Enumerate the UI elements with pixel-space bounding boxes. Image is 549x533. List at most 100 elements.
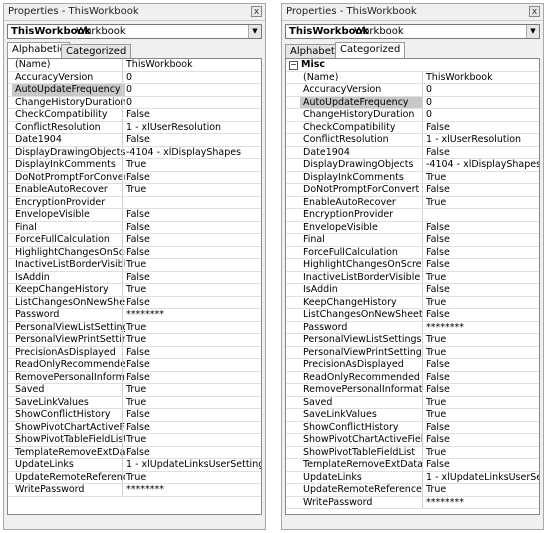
property-value[interactable]: ******** xyxy=(422,321,539,333)
property-name[interactable]: Date1904 xyxy=(300,147,422,159)
property-name[interactable]: ShowPivotChartActiveFields xyxy=(300,434,422,446)
property-value[interactable]: False xyxy=(422,221,539,233)
property-value[interactable]: ThisWorkbook xyxy=(122,59,261,71)
property-row[interactable]: ForceFullCalculation False xyxy=(8,234,261,247)
property-value[interactable]: True xyxy=(122,396,261,408)
property-value[interactable]: True xyxy=(422,296,539,308)
property-row[interactable]: PersonalViewListSettings True xyxy=(286,334,539,347)
tab-categorized[interactable]: Categorized xyxy=(61,44,132,58)
property-name[interactable]: UpdateRemoteReferences xyxy=(12,472,125,484)
property-name[interactable]: ShowPivotTableFieldList xyxy=(12,434,125,446)
property-row[interactable]: DisplayDrawingObjects -4104 - xlDisplaySh… xyxy=(8,146,261,159)
property-name[interactable]: Password xyxy=(12,309,125,321)
property-row[interactable]: TemplateRemoveExtData False xyxy=(286,459,539,472)
property-value[interactable]: True xyxy=(122,321,261,333)
property-name[interactable]: Date1904 xyxy=(12,134,125,146)
property-value[interactable] xyxy=(122,196,261,208)
property-row[interactable]: SaveLinkValues True xyxy=(8,396,261,409)
property-value[interactable]: True xyxy=(422,409,539,421)
close-button[interactable]: x xyxy=(529,6,540,17)
property-name[interactable]: DisplayDrawingObjects xyxy=(12,147,125,159)
property-name[interactable]: HighlightChangesOnScreen xyxy=(12,247,125,259)
property-value[interactable]: False xyxy=(122,271,261,283)
property-value[interactable]: False xyxy=(122,209,261,221)
property-row[interactable]: IsAddin False xyxy=(8,271,261,284)
property-row[interactable]: PrecisionAsDisplayed False xyxy=(8,346,261,359)
property-value[interactable]: 0 xyxy=(422,96,539,108)
property-value[interactable]: False xyxy=(122,221,261,233)
property-row[interactable]: EnableAutoRecover True xyxy=(8,184,261,197)
property-name[interactable]: ShowPivotChartActiveFields xyxy=(12,422,125,434)
property-row[interactable]: CheckCompatibility False xyxy=(286,121,539,134)
property-value[interactable]: False xyxy=(422,309,539,321)
property-name[interactable]: DisplayDrawingObjects xyxy=(300,159,422,171)
property-row[interactable]: Saved True xyxy=(8,384,261,397)
property-value[interactable]: 0 xyxy=(122,84,261,96)
property-row[interactable]: EnvelopeVisible False xyxy=(286,221,539,234)
property-value[interactable]: ThisWorkbook xyxy=(422,71,539,83)
property-row[interactable]: Final False xyxy=(8,221,261,234)
property-row[interactable]: Saved True xyxy=(286,396,539,409)
property-row[interactable]: IsAddin False xyxy=(286,284,539,297)
property-name[interactable]: ShowConflictHistory xyxy=(300,422,422,434)
property-value[interactable]: False xyxy=(422,421,539,433)
property-value[interactable]: False xyxy=(122,409,261,421)
property-value[interactable]: True xyxy=(422,271,539,283)
property-name[interactable]: Saved xyxy=(300,397,422,409)
property-value[interactable] xyxy=(422,209,539,221)
property-name[interactable]: ChangeHistoryDuration xyxy=(300,109,422,121)
property-name[interactable]: KeepChangeHistory xyxy=(12,284,125,296)
property-row[interactable]: UpdateRemoteReferencesTrue xyxy=(8,471,261,484)
property-name[interactable]: DisplayInkComments xyxy=(300,172,422,184)
property-value[interactable]: True xyxy=(122,184,261,196)
property-value[interactable]: True xyxy=(422,446,539,458)
property-row[interactable]: HighlightChangesOnScreenFalse xyxy=(8,246,261,259)
collapse-icon[interactable]: − xyxy=(289,61,298,70)
property-row[interactable]: InactiveListBorderVisible True xyxy=(8,259,261,272)
property-value[interactable]: 0 xyxy=(422,84,539,96)
property-value[interactable]: ******** xyxy=(422,496,539,508)
property-row[interactable]: DisplayInkComments True xyxy=(8,159,261,172)
property-value[interactable]: False xyxy=(122,246,261,258)
property-row[interactable]: PrecisionAsDisplayed False xyxy=(286,359,539,372)
property-row[interactable]: ShowConflictHistory False xyxy=(286,421,539,434)
property-row[interactable]: ReadOnlyRecommended False xyxy=(8,359,261,372)
property-value[interactable]: False xyxy=(422,234,539,246)
property-name[interactable]: WritePassword xyxy=(12,484,125,496)
property-row[interactable]: AccuracyVersion 0 xyxy=(286,84,539,97)
property-value[interactable]: False xyxy=(122,359,261,371)
property-name[interactable]: Password xyxy=(300,322,422,334)
close-button[interactable]: x xyxy=(251,6,262,17)
property-row[interactable]: ShowConflictHistory False xyxy=(8,409,261,422)
property-value[interactable]: ******** xyxy=(122,309,261,321)
property-row[interactable]: ListChangesOnNewSheet False xyxy=(8,296,261,309)
property-value[interactable]: True xyxy=(122,284,261,296)
property-name[interactable]: RemovePersonalInformation xyxy=(300,384,422,396)
property-row[interactable]: Password ******** xyxy=(8,309,261,322)
property-row[interactable]: UpdateLinks1 - xlUpdateLinksUserSetting xyxy=(286,471,539,484)
property-row[interactable]: UpdateRemoteReferencesTrue xyxy=(286,484,539,497)
property-name[interactable]: TemplateRemoveExtData xyxy=(12,447,125,459)
property-row[interactable]: HighlightChangesOnScreenFalse xyxy=(286,259,539,272)
tab-categorized[interactable]: Categorized xyxy=(335,42,406,58)
property-row[interactable]: SaveLinkValues True xyxy=(286,409,539,422)
property-value[interactable]: False xyxy=(122,346,261,358)
property-value[interactable]: False xyxy=(422,459,539,471)
property-row[interactable]: KeepChangeHistory True xyxy=(8,284,261,297)
property-name[interactable]: EnableAutoRecover xyxy=(300,197,422,209)
chevron-down-icon[interactable]: ▼ xyxy=(248,25,261,38)
property-name[interactable]: IsAddin xyxy=(12,272,125,284)
property-value[interactable]: False xyxy=(122,421,261,433)
property-name[interactable]: PersonalViewPrintSettings xyxy=(300,347,422,359)
object-selector[interactable]: ThisWorkbook Workbook ▼ xyxy=(7,24,262,39)
property-name[interactable]: (Name) xyxy=(300,72,422,84)
property-value[interactable]: 0 xyxy=(422,109,539,121)
property-name[interactable]: ReadOnlyRecommended xyxy=(300,372,422,384)
property-value[interactable]: True xyxy=(122,159,261,171)
property-row[interactable]: EnvelopeVisible False xyxy=(8,209,261,222)
chevron-down-icon[interactable]: ▼ xyxy=(526,25,539,38)
property-row[interactable]: (Name) ThisWorkbook xyxy=(8,59,261,72)
property-name[interactable]: ConflictResolution xyxy=(300,134,422,146)
property-row[interactable]: EncryptionProvider xyxy=(286,209,539,222)
property-row[interactable]: RemovePersonalInformationFalse xyxy=(286,384,539,397)
